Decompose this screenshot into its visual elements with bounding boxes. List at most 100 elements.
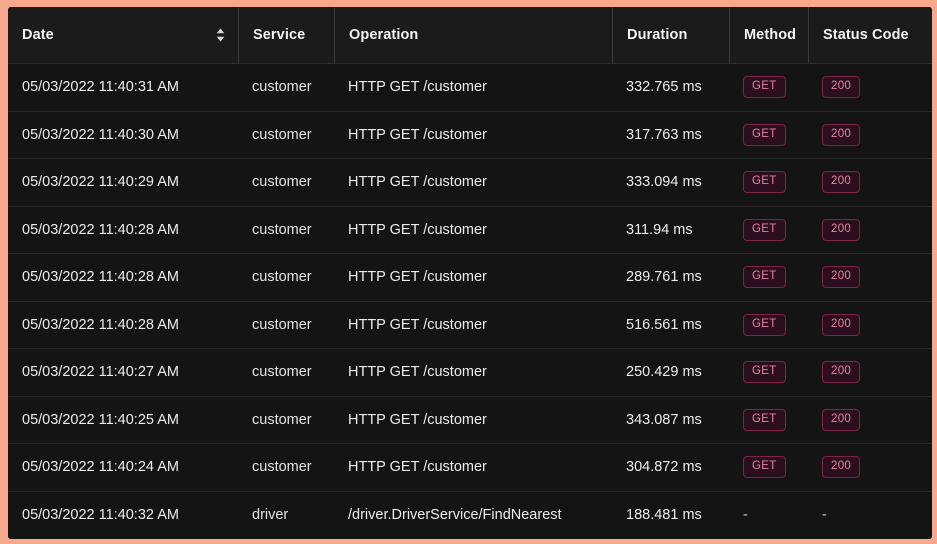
cell-duration: 343.087 ms <box>612 396 729 444</box>
method-badge: GET <box>743 76 786 98</box>
cell-status-code: 200 <box>808 111 932 159</box>
status-code-badge: 200 <box>822 171 860 193</box>
cell-date: 05/03/2022 11:40:28 AM <box>8 206 238 254</box>
cell-duration: 332.765 ms <box>612 64 729 112</box>
table-row[interactable]: 05/03/2022 11:40:30 AMcustomerHTTP GET /… <box>8 111 932 159</box>
status-code-badge: 200 <box>822 124 860 146</box>
cell-date: 05/03/2022 11:40:32 AM <box>8 491 238 539</box>
table-row[interactable]: 05/03/2022 11:40:25 AMcustomerHTTP GET /… <box>8 396 932 444</box>
cell-date: 05/03/2022 11:40:31 AM <box>8 64 238 112</box>
cell-operation: HTTP GET /customer <box>334 159 612 207</box>
cell-method: GET <box>729 444 808 492</box>
empty-value: - <box>743 508 748 523</box>
table-row[interactable]: 05/03/2022 11:40:28 AMcustomerHTTP GET /… <box>8 301 932 349</box>
method-badge: GET <box>743 124 786 146</box>
column-header-method[interactable]: Method <box>729 7 808 64</box>
cell-status-code: 200 <box>808 301 932 349</box>
status-code-badge: 200 <box>822 361 860 383</box>
status-code-badge: 200 <box>822 314 860 336</box>
trace-results-table: Date Service <box>8 7 932 539</box>
column-header-status-code-label: Status Code <box>809 27 909 43</box>
table-row[interactable]: 05/03/2022 11:40:27 AMcustomerHTTP GET /… <box>8 349 932 397</box>
column-header-service[interactable]: Service <box>238 7 334 64</box>
method-badge: GET <box>743 171 786 193</box>
cell-duration: 311.94 ms <box>612 206 729 254</box>
column-header-service-label: Service <box>239 27 305 43</box>
cell-service: driver <box>238 491 334 539</box>
column-header-status-code[interactable]: Status Code <box>808 7 932 64</box>
empty-value: - <box>822 508 827 523</box>
method-badge: GET <box>743 266 786 288</box>
cell-status-code: - <box>808 491 932 539</box>
table-row[interactable]: 05/03/2022 11:40:28 AMcustomerHTTP GET /… <box>8 206 932 254</box>
method-badge: GET <box>743 456 786 478</box>
cell-operation: HTTP GET /customer <box>334 301 612 349</box>
method-badge: GET <box>743 409 786 431</box>
cell-duration: 289.761 ms <box>612 254 729 302</box>
column-header-date[interactable]: Date <box>8 7 238 64</box>
column-header-date-label: Date <box>8 27 54 43</box>
status-code-badge: 200 <box>822 266 860 288</box>
table-row[interactable]: 05/03/2022 11:40:28 AMcustomerHTTP GET /… <box>8 254 932 302</box>
cell-duration: 333.094 ms <box>612 159 729 207</box>
cell-duration: 317.763 ms <box>612 111 729 159</box>
cell-method: GET <box>729 301 808 349</box>
cell-method: - <box>729 491 808 539</box>
cell-operation: HTTP GET /customer <box>334 254 612 302</box>
cell-service: customer <box>238 206 334 254</box>
table-row[interactable]: 05/03/2022 11:40:29 AMcustomerHTTP GET /… <box>8 159 932 207</box>
cell-duration: 188.481 ms <box>612 491 729 539</box>
cell-duration: 250.429 ms <box>612 349 729 397</box>
cell-service: customer <box>238 64 334 112</box>
column-header-duration[interactable]: Duration <box>612 7 729 64</box>
status-code-badge: 200 <box>822 219 860 241</box>
cell-date: 05/03/2022 11:40:30 AM <box>8 111 238 159</box>
cell-method: GET <box>729 396 808 444</box>
cell-status-code: 200 <box>808 206 932 254</box>
table-row[interactable]: 05/03/2022 11:40:31 AMcustomerHTTP GET /… <box>8 64 932 112</box>
column-header-operation-label: Operation <box>335 27 418 43</box>
cell-service: customer <box>238 396 334 444</box>
table-body: 05/03/2022 11:40:31 AMcustomerHTTP GET /… <box>8 64 932 539</box>
cell-service: customer <box>238 254 334 302</box>
cell-duration: 516.561 ms <box>612 301 729 349</box>
status-code-badge: 200 <box>822 456 860 478</box>
cell-date: 05/03/2022 11:40:27 AM <box>8 349 238 397</box>
cell-method: GET <box>729 159 808 207</box>
column-header-method-label: Method <box>730 27 796 43</box>
cell-status-code: 200 <box>808 159 932 207</box>
cell-status-code: 200 <box>808 396 932 444</box>
cell-method: GET <box>729 349 808 397</box>
table-row[interactable]: 05/03/2022 11:40:32 AMdriver/driver.Driv… <box>8 491 932 539</box>
cell-operation: HTTP GET /customer <box>334 444 612 492</box>
cell-date: 05/03/2022 11:40:28 AM <box>8 254 238 302</box>
cell-method: GET <box>729 206 808 254</box>
cell-service: customer <box>238 349 334 397</box>
cell-status-code: 200 <box>808 349 932 397</box>
trace-results-panel: Date Service <box>8 7 932 539</box>
header-row: Date Service <box>8 7 932 64</box>
cell-service: customer <box>238 159 334 207</box>
cell-duration: 304.872 ms <box>612 444 729 492</box>
cell-service: customer <box>238 111 334 159</box>
cell-operation: /driver.DriverService/FindNearest <box>334 491 612 539</box>
cell-date: 05/03/2022 11:40:25 AM <box>8 396 238 444</box>
status-code-badge: 200 <box>822 409 860 431</box>
cell-date: 05/03/2022 11:40:24 AM <box>8 444 238 492</box>
sort-updown-icon[interactable] <box>215 27 226 43</box>
cell-operation: HTTP GET /customer <box>334 64 612 112</box>
cell-service: customer <box>238 444 334 492</box>
column-header-operation[interactable]: Operation <box>334 7 612 64</box>
column-header-duration-label: Duration <box>613 27 687 43</box>
table-header: Date Service <box>8 7 932 64</box>
cell-date: 05/03/2022 11:40:28 AM <box>8 301 238 349</box>
method-badge: GET <box>743 361 786 383</box>
cell-operation: HTTP GET /customer <box>334 206 612 254</box>
cell-date: 05/03/2022 11:40:29 AM <box>8 159 238 207</box>
cell-operation: HTTP GET /customer <box>334 396 612 444</box>
cell-status-code: 200 <box>808 444 932 492</box>
method-badge: GET <box>743 314 786 336</box>
cell-operation: HTTP GET /customer <box>334 111 612 159</box>
app-frame: Date Service <box>0 0 937 544</box>
table-row[interactable]: 05/03/2022 11:40:24 AMcustomerHTTP GET /… <box>8 444 932 492</box>
